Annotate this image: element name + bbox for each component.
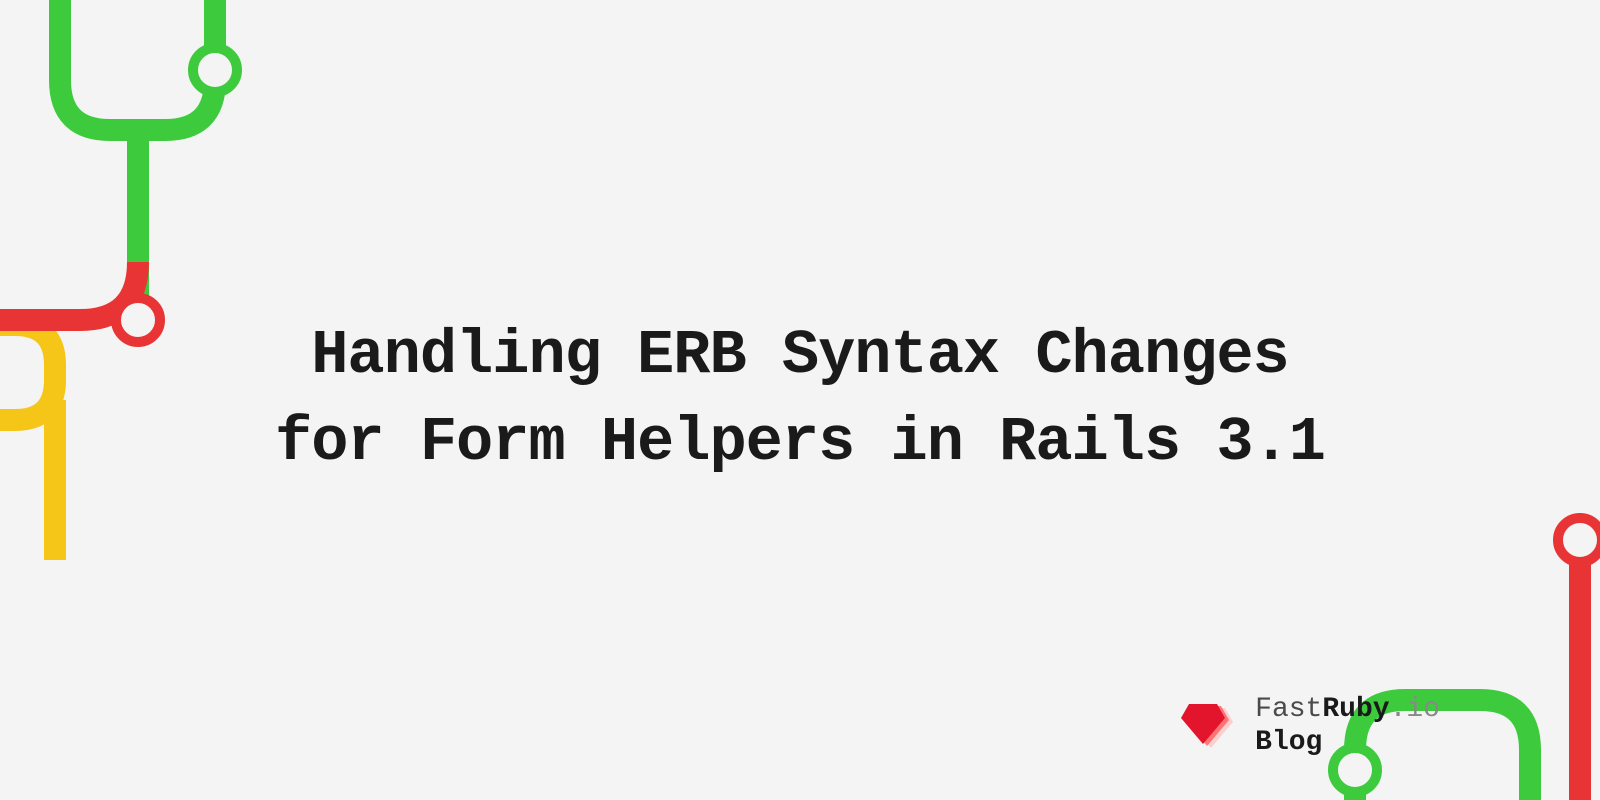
brand-logo: FastRuby.io Blog [1175,693,1440,760]
brand-text: FastRuby.io Blog [1255,693,1440,760]
brand-subtitle: Blog [1255,726,1440,760]
decoration-top-left [0,0,280,560]
ruby-icon [1175,700,1237,752]
page-title: Handling ERB Syntax Changes for Form Hel… [250,313,1350,487]
brand-name: FastRuby.io [1255,693,1440,727]
